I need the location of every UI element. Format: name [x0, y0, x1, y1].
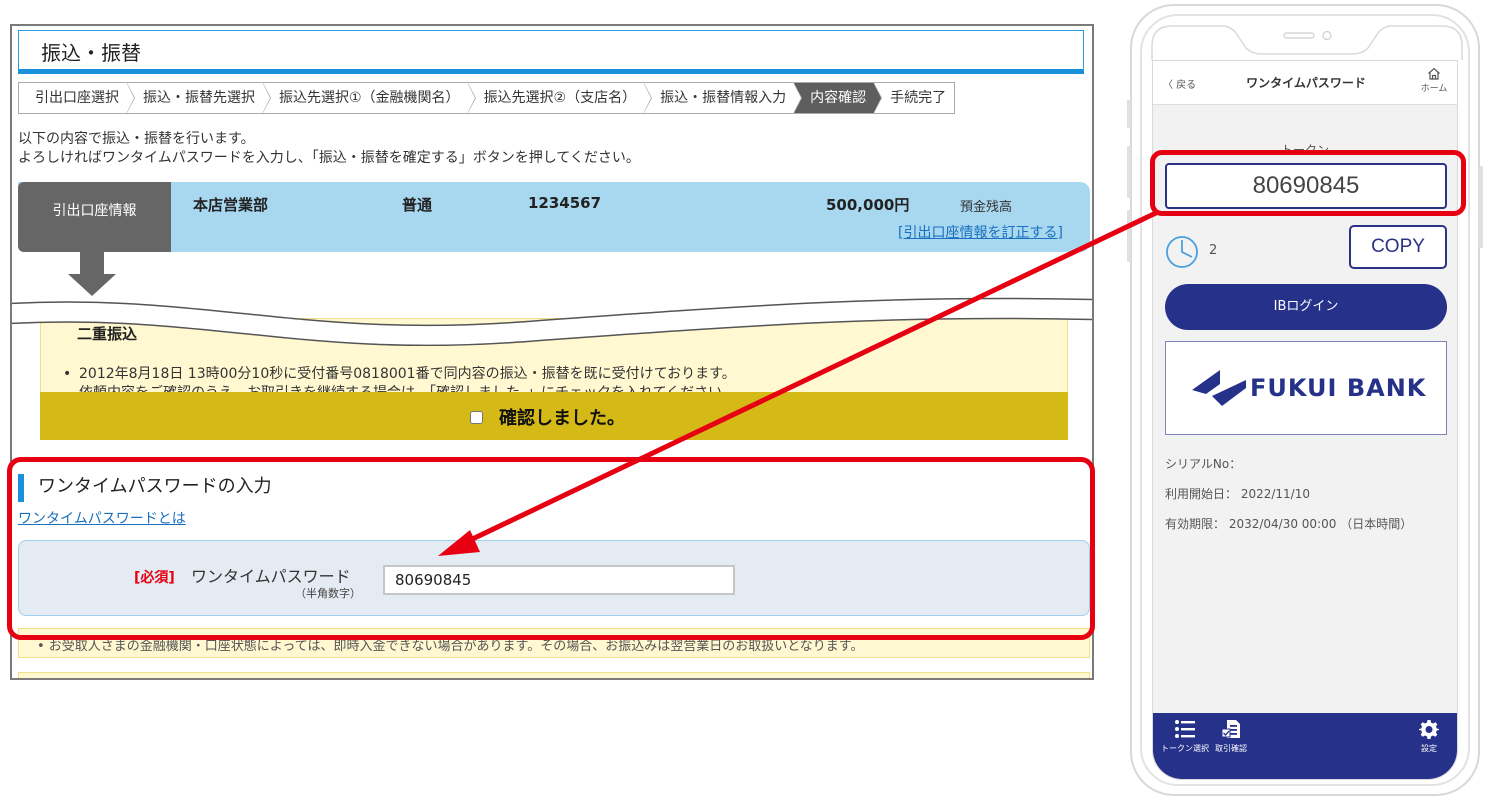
step-6-current: 内容確認 — [794, 83, 883, 113]
phone-power-button — [1479, 166, 1483, 248]
account-branch: 本店営業部 — [193, 196, 269, 214]
step-2: 振込・振替先選択 — [127, 83, 271, 113]
account-info-label: 引出口座情報 — [18, 182, 171, 252]
page-break-wave — [12, 297, 1092, 346]
tab-token-select[interactable]: トークン選択 — [1159, 719, 1211, 754]
down-arrow-icon — [80, 252, 104, 274]
gear-icon — [1419, 720, 1439, 739]
step-4: 振込先選択②（支店名） — [468, 83, 652, 113]
confirm-checkbox-label[interactable]: 確認しました。 — [470, 404, 625, 430]
otp-input-box: [必須] ワンタイムパスワード （半角数字） — [18, 540, 1090, 616]
account-info-box: 引出口座情報 本店営業部 普通 1234567 500,000円 預金残高 [引… — [18, 182, 1090, 252]
tab-settings[interactable]: 設定 — [1411, 719, 1447, 754]
required-badge: [必須] — [134, 570, 175, 586]
step-1: 引出口座選択 — [19, 83, 135, 113]
start-date: 利用開始日： 2022/11/10 — [1165, 487, 1310, 501]
tab-transaction-confirm[interactable]: 取引確認 — [1211, 719, 1251, 754]
phone-side-button — [1127, 100, 1131, 128]
token-value: 80690845 — [1165, 163, 1447, 209]
bullet: • — [63, 366, 72, 382]
list-icon — [1175, 720, 1195, 738]
phone-body: 〈 戻る ワンタイムパスワード ホーム トークン 80690845 2 COPY… — [1140, 14, 1470, 786]
duplicate-line-1: 2012年8月18日 13時00分10秒に受付番号0818001番で同内容の振込… — [79, 366, 736, 382]
transfer-note: • お受取人さまの金融機関・口座状態によっては、即時入金できない場合があります。… — [18, 628, 1090, 658]
home-label: ホーム — [1420, 84, 1448, 94]
phone-volume-down — [1127, 210, 1131, 262]
account-balance-label: 預金残高 — [960, 200, 1013, 215]
page-title: 振込・振替 — [41, 41, 141, 65]
expiry-date: 有効期限： 2032/04/30 00:00 （日本時間） — [1165, 517, 1413, 531]
app-nav-bar: 〈 戻る ワンタイムパスワード ホーム — [1153, 61, 1457, 105]
copy-button[interactable]: COPY — [1349, 225, 1447, 269]
document-check-icon — [1221, 720, 1240, 738]
tab-label: 取引確認 — [1215, 744, 1247, 753]
bank-logo-box: FUKUI BANK — [1165, 341, 1447, 435]
account-number: 1234567 — [528, 194, 602, 212]
otp-help-link[interactable]: ワンタイムパスワードとは — [18, 508, 186, 528]
edit-account-link[interactable]: [引出口座情報を訂正する] — [898, 222, 1063, 242]
step-7: 手続完了 — [890, 90, 947, 106]
home-icon — [1428, 67, 1440, 80]
timer-icon — [1166, 236, 1198, 268]
home-button[interactable]: ホーム — [1419, 67, 1449, 94]
intro-line-2: よろしければワンタイムパスワードを入力し、「振込・振替を確定する」ボタンを押して… — [18, 150, 640, 166]
timer-seconds: 2 — [1209, 243, 1218, 258]
bottom-tab-bar: トークン選択 取引確認 設定 — [1153, 713, 1457, 779]
step-5: 振込・振替情報入力 — [644, 83, 803, 113]
ib-login-button[interactable]: IBログイン — [1165, 284, 1447, 330]
bank-logo-mark-icon — [1192, 370, 1246, 406]
intro-line-1: 以下の内容で振込・振替を行います。 — [18, 131, 255, 147]
serial-number: シリアルNo： — [1165, 457, 1242, 471]
bank-web-screen: 振込・振替 引出口座選択 振込・振替先選択 振込先選択①（金融機関名） 振込先選… — [10, 24, 1094, 680]
step-3: 振込先選択①（金融機関名） — [263, 83, 476, 113]
app-title: ワンタイムパスワード — [1246, 76, 1366, 90]
confirm-label-text: 確認しました。 — [499, 408, 625, 429]
account-balance: 500,000円 — [826, 196, 910, 214]
confirm-bar: 確認しました。 — [40, 392, 1068, 440]
token-label: トークン — [1280, 143, 1329, 157]
confirm-checkbox[interactable] — [470, 410, 483, 424]
otp-input[interactable] — [383, 565, 735, 595]
smartphone-frame: 〈 戻る ワンタイムパスワード ホーム トークン 80690845 2 COPY… — [1127, 4, 1483, 796]
phone-volume-up — [1127, 146, 1131, 198]
bank-name: FUKUI BANK — [1250, 374, 1427, 402]
account-type: 普通 — [402, 196, 433, 214]
tab-label: トークン選択 — [1161, 744, 1209, 753]
otp-field-label: ワンタイムパスワード — [191, 567, 351, 586]
otp-section-heading: ワンタイムパスワードの入力 — [18, 474, 272, 502]
otp-field-hint: （半角数字） — [295, 587, 361, 600]
intro-text: 以下の内容で振込・振替を行います。 よろしければワンタイムパスワードを入力し、「… — [18, 130, 640, 168]
progress-steps: 引出口座選択 振込・振替先選択 振込先選択①（金融機関名） 振込先選択②（支店名… — [18, 82, 956, 114]
phone-notch — [1151, 25, 1463, 60]
otp-app-screen: 〈 戻る ワンタイムパスワード ホーム トークン 80690845 2 COPY… — [1152, 60, 1458, 780]
next-note-box — [18, 672, 1090, 678]
tab-label: 設定 — [1421, 744, 1437, 753]
page-title-bar: 振込・振替 — [18, 30, 1084, 74]
